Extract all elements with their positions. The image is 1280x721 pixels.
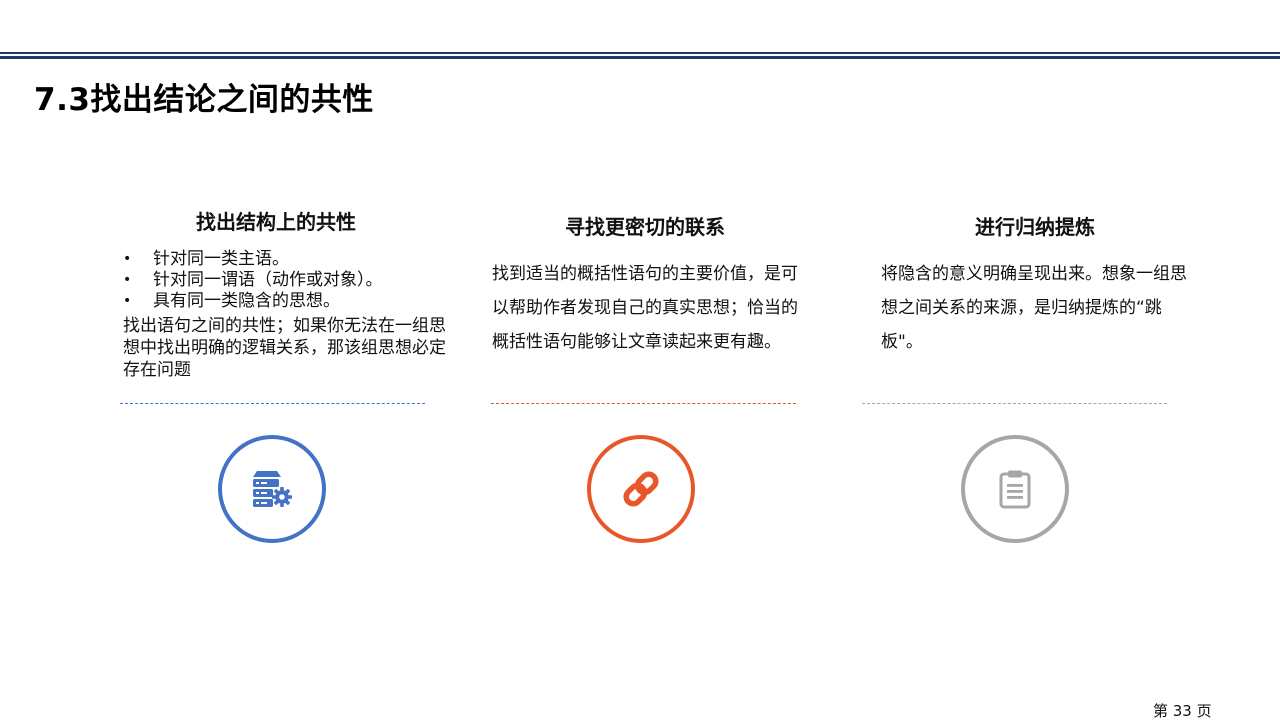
column-1-text: 找出语句之间的共性；如果你无法在一组思想中找出明确的逻辑关系，那该组思想必定存在… xyxy=(123,316,446,380)
column-2-text: 找到适当的概括性语句的主要价值，是可以帮助作者发现自己的真实思想；恰当的概括性语… xyxy=(492,264,798,352)
column-1-heading: 找出结构上的共性 xyxy=(196,210,356,234)
bullet-item: 具有同一类隐含的思想。 xyxy=(123,291,453,312)
link-icon xyxy=(623,471,659,507)
column-2-icon-ring xyxy=(587,435,695,543)
column-3-heading: 进行归纳提炼 xyxy=(975,215,1095,239)
clipboard-icon xyxy=(999,470,1031,509)
page-number: 第 33 页 xyxy=(1153,702,1212,720)
column-1-divider xyxy=(120,403,425,404)
column-1-bullet-list: 针对同一类主语。 针对同一谓语（动作或对象）。 具有同一类隐含的思想。 xyxy=(123,249,453,312)
page-title: 7.3找出结论之间的共性 xyxy=(34,82,374,118)
column-2-divider xyxy=(491,403,796,404)
header-rule-thick xyxy=(0,56,1280,59)
header-rule-thin xyxy=(0,52,1280,54)
header-rule xyxy=(0,52,1280,59)
column-3-divider xyxy=(862,403,1167,404)
column-2-heading: 寻找更密切的联系 xyxy=(565,215,725,239)
bullet-item: 针对同一类主语。 xyxy=(123,249,453,270)
bullet-item: 针对同一谓语（动作或对象）。 xyxy=(123,270,453,291)
server-gear-icon xyxy=(253,471,292,507)
column-1-icon-ring xyxy=(218,435,326,543)
column-3-icon-ring xyxy=(961,435,1069,543)
column-3-text: 将隐含的意义明确呈现出来。想象一组思想之间关系的来源，是归纳提炼的“跳板"。 xyxy=(881,264,1187,352)
